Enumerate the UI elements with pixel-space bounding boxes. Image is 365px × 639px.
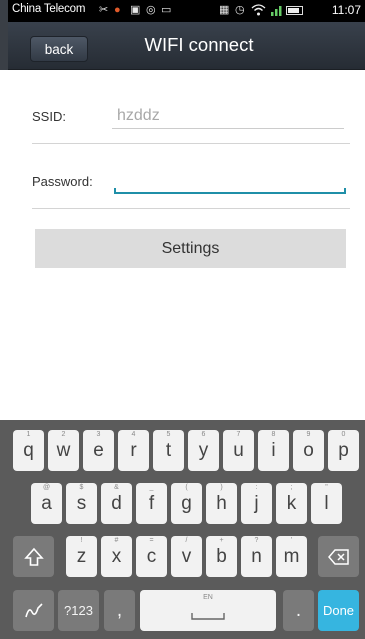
key-d[interactable]: & d [101, 483, 132, 524]
key-e[interactable]: 3e [83, 430, 114, 471]
key-z[interactable]: ! z [66, 536, 97, 577]
gallery-icon: ▣ [130, 4, 141, 16]
back-button[interactable]: back [30, 36, 88, 62]
message-icon: ▭ [161, 4, 172, 16]
carrier-name: China Telecom [12, 3, 86, 15]
key-b[interactable]: + b [206, 536, 237, 577]
key-c[interactable]: = c [136, 536, 167, 577]
page-title: WIFI connect [144, 34, 254, 55]
key-o[interactable]: 9o [293, 430, 324, 471]
ssid-row: SSID: hzddz [32, 100, 350, 144]
key-t[interactable]: 5t [153, 430, 184, 471]
signal-icon [270, 4, 285, 17]
title-bar: back WIFI connect [8, 22, 365, 70]
space-icon [191, 612, 225, 620]
row-divider [32, 143, 350, 144]
backspace-key[interactable] [318, 536, 359, 577]
password-input[interactable] [114, 172, 346, 192]
clock-icon: ◷ [235, 4, 245, 16]
gesture-key[interactable] [13, 590, 54, 631]
wifi-icon [251, 4, 266, 17]
ssid-field[interactable]: hzddz [117, 107, 160, 125]
key-v[interactable]: / v [171, 536, 202, 577]
clock-time: 11:07 [331, 3, 361, 17]
row-divider [32, 208, 350, 209]
soft-keyboard: 1q 2w 3e 4r 5t 6y 7u 8i 9o 0p @ a $ s & d _… [0, 420, 365, 639]
screenshot-icon: ▦ [219, 4, 230, 16]
handwriting-icon [24, 602, 43, 617]
key-u[interactable]: 7u [223, 430, 254, 471]
space-key[interactable]: EN [140, 590, 276, 631]
period-key[interactable]: . [283, 590, 314, 631]
key-a[interactable]: @ a [31, 483, 62, 524]
done-key[interactable]: Done [318, 590, 359, 631]
key-k[interactable]: ; k [276, 483, 307, 524]
key-x[interactable]: # x [101, 536, 132, 577]
comma-key[interactable]: , [104, 590, 135, 631]
shift-key[interactable] [13, 536, 54, 577]
settings-button[interactable]: Settings [35, 229, 346, 268]
key-w[interactable]: 2w [48, 430, 79, 471]
key-l[interactable]: " l [311, 483, 342, 524]
key-y[interactable]: 6y [188, 430, 219, 471]
password-label: Password: [32, 174, 93, 189]
key-i[interactable]: 8i [258, 430, 289, 471]
shift-icon [23, 547, 44, 566]
password-row: Password: [32, 165, 350, 209]
backspace-icon [327, 548, 349, 565]
key-j[interactable]: :j [241, 483, 272, 524]
key-q[interactable]: 1q [13, 430, 44, 471]
password-underline [114, 188, 346, 194]
ssid-label: SSID: [32, 109, 66, 124]
key-g[interactable]: (g [171, 483, 202, 524]
symbols-key[interactable]: ?123 [58, 590, 99, 631]
key-r[interactable]: 4r [118, 430, 149, 471]
screen-edge [0, 0, 8, 70]
key-s[interactable]: $ s [66, 483, 97, 524]
key-p[interactable]: 0p [328, 430, 359, 471]
ssid-underline [112, 128, 344, 129]
alarm-icon: ◎ [146, 4, 156, 16]
battery-icon [286, 6, 303, 15]
key-m[interactable]: ' m [276, 536, 307, 577]
app-notification-icon: ● [114, 4, 121, 16]
key-h[interactable]: ) h [206, 483, 237, 524]
notification-icon: ✂ [99, 4, 109, 16]
status-bar: China Telecom ✂ ● ▣ ◎ ▭ ▦ ◷ 11:07 [0, 0, 365, 22]
key-f[interactable]: _ f [136, 483, 167, 524]
key-n[interactable]: ? n [241, 536, 272, 577]
